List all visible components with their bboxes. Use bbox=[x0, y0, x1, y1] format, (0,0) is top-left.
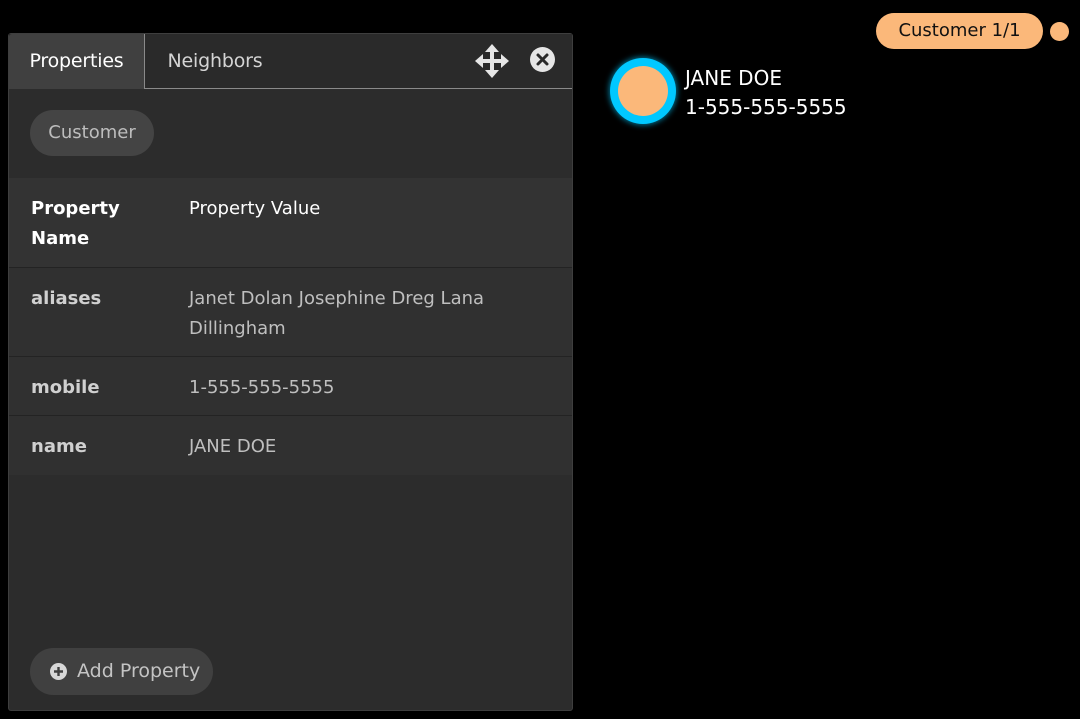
tab-properties[interactable]: Properties bbox=[9, 34, 145, 89]
column-header-property-value: Property Value bbox=[189, 198, 321, 219]
table-row: mobile 1-555-555-5555 bbox=[9, 357, 572, 416]
graph-node-title: JANE DOE bbox=[685, 66, 782, 90]
property-name-cell: aliases bbox=[31, 288, 102, 309]
table-row: name JANE DOE bbox=[9, 416, 572, 475]
graph-node-customer[interactable] bbox=[610, 58, 676, 124]
add-property-button[interactable]: Add Property bbox=[30, 648, 213, 695]
property-name-cell: name bbox=[31, 436, 87, 457]
panel-tab-bar: Properties Neighbors bbox=[9, 34, 572, 89]
node-label-chip[interactable]: Customer bbox=[30, 110, 154, 156]
properties-table: Property Name Property Value aliases Jan… bbox=[9, 178, 572, 475]
tab-neighbors[interactable]: Neighbors bbox=[146, 34, 284, 88]
table-row: aliases Janet Dolan Josephine Dreg Lana … bbox=[9, 268, 572, 357]
properties-panel: Properties Neighbors Customer Property N… bbox=[8, 33, 573, 711]
legend-customer-badge[interactable]: Customer 1/1 bbox=[876, 13, 1043, 49]
graph-node-fill bbox=[618, 66, 668, 116]
property-name-cell: mobile bbox=[31, 377, 100, 398]
graph-node-subtitle: 1-555-555-5555 bbox=[685, 95, 847, 119]
property-value-cell[interactable]: 1-555-555-5555 bbox=[189, 373, 509, 403]
close-circle-icon[interactable] bbox=[530, 47, 555, 72]
column-header-property-name: Property Name bbox=[31, 198, 120, 249]
property-value-cell[interactable]: Janet Dolan Josephine Dreg Lana Dillingh… bbox=[189, 284, 509, 344]
plus-circle-icon bbox=[50, 663, 67, 680]
add-property-label: Add Property bbox=[77, 660, 201, 682]
table-header-row: Property Name Property Value bbox=[9, 178, 572, 268]
legend-color-dot bbox=[1050, 22, 1069, 41]
move-arrows-icon[interactable] bbox=[475, 44, 509, 78]
property-value-cell[interactable]: JANE DOE bbox=[189, 432, 509, 462]
